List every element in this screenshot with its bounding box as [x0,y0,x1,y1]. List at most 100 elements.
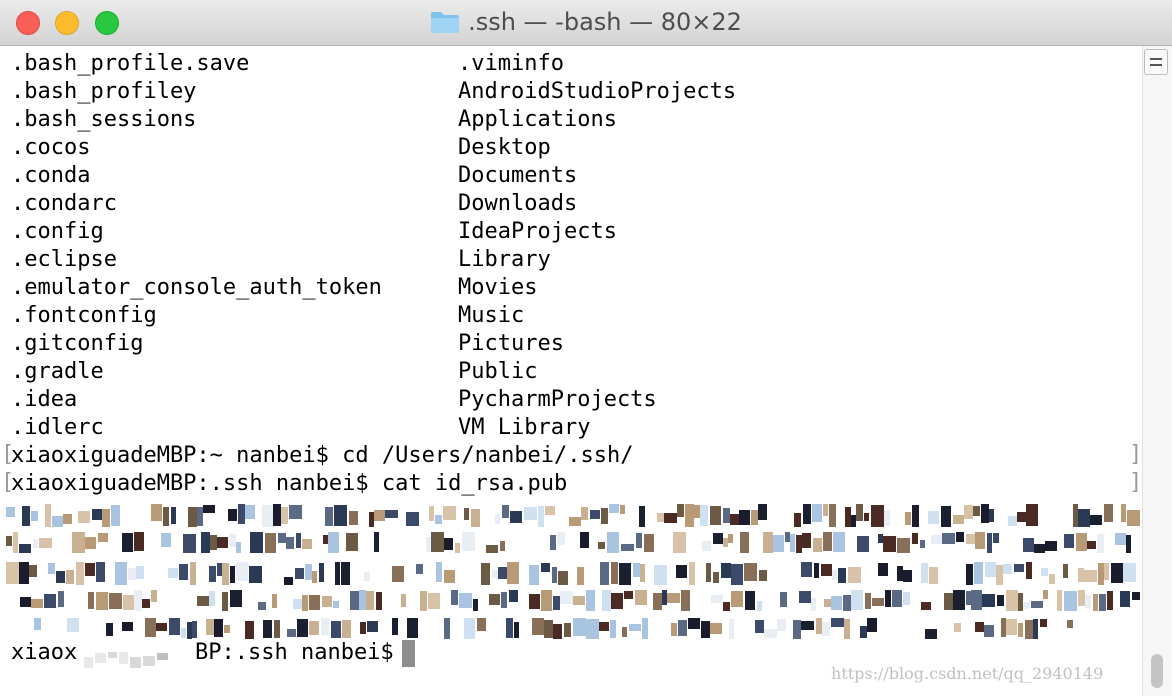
pixel-block [416,564,423,574]
pixel-block [48,563,55,574]
pixel-block [302,595,308,611]
pixel-block [640,564,645,582]
pixel-block [78,511,90,523]
pixel-block [321,618,329,635]
pixel-block [793,620,801,639]
pixel-block [1026,562,1032,579]
pixel-block [678,620,687,636]
pixel-block [229,534,236,547]
pixel-block [1025,620,1033,639]
pixel-block [192,621,197,638]
pixel-block [163,507,169,526]
pixel-block [611,562,618,584]
pixel-block [1127,510,1140,526]
pixel-block [102,509,110,527]
pixel-block [325,507,333,526]
title-bar[interactable]: .ssh — -bash — 80×22 [0,0,1172,46]
pixel-block [230,590,242,607]
pixel-block [1023,602,1030,609]
pixel-block [6,562,19,584]
pixel-block [821,564,832,576]
pixel-block [262,505,273,527]
pixel-block [1008,516,1017,526]
pixel-block [85,563,95,576]
pixel-block [553,596,560,610]
pixel-block [122,533,133,552]
scroll-thumb[interactable] [1151,654,1163,688]
pixel-block [171,507,176,524]
pixel-block [710,506,721,525]
pixel-block [694,505,700,518]
pixel-block [45,504,51,527]
pixel-block [1085,595,1091,608]
pixel-block [1121,504,1126,522]
pixel-block [681,590,690,611]
pixel-block [757,601,762,611]
split-pane-icon[interactable] [1144,49,1168,75]
pixel-block [845,507,851,527]
pixel-block [541,563,550,572]
pixel-block [44,594,56,608]
pixel-block [374,510,385,521]
pixel-block [385,510,398,518]
pixel-block [780,592,787,607]
pixel-block [302,539,312,549]
pixel-block [871,505,884,527]
pixel-block [685,504,694,527]
pixel-block [974,562,983,584]
pixel-block [210,535,217,550]
listing-item: PycharmProjects [458,387,657,412]
listing-item: .idlerc [11,415,104,440]
pixel-block [860,626,867,638]
pixel-block [1045,541,1057,551]
pixel-block [897,538,910,553]
pixel-block [982,594,995,607]
pixel-block [624,591,633,599]
pixel-block [197,596,209,606]
pixel-block [464,508,469,520]
pixel-block [573,618,586,636]
pixel-block [250,532,263,553]
pixel-block [364,572,370,581]
pixel-block [1120,591,1130,607]
listing-item: .bash_profile.save [11,51,250,76]
listing-item: Movies [458,275,538,300]
pixel-block [620,505,625,514]
pixel-block [509,590,518,602]
pixel-block [1017,512,1026,522]
pixel-block [832,570,837,580]
pixel-block [501,592,507,608]
listing-item: .bash_profiley [11,79,197,104]
pixel-block [973,506,980,516]
pixel-block [609,504,619,513]
listing-item: .cocos [11,135,91,160]
pixel-block [619,563,631,585]
pixel-block [128,568,136,580]
pixel-block [569,517,581,526]
pixel-block [730,514,739,525]
pixel-block [197,507,203,526]
pixel-block [1084,570,1097,582]
pixel-block [322,596,332,607]
pixel-block [975,532,985,549]
pixel-block [281,507,288,524]
listing-item: .idea [11,387,78,412]
pixel-block [309,621,319,635]
pixel-block [865,593,871,609]
pixel-block [1064,591,1077,611]
pixel-block [464,618,475,639]
pixel-block [728,534,733,543]
pixel-block [272,594,277,608]
pixel-block [309,595,320,610]
pixel-block [751,510,758,525]
pixel-block [822,622,830,636]
pixel-block [844,619,850,639]
pixel-block [702,541,711,551]
scrollbar[interactable] [1142,46,1172,696]
pixel-block [602,590,611,611]
terminal-window: .ssh — -bash — 80×22 .bash_profile.save … [0,0,1172,696]
pixel-block [545,506,555,515]
pixel-block [157,653,168,660]
pixel-block [764,629,777,638]
pixel-block [633,563,640,577]
